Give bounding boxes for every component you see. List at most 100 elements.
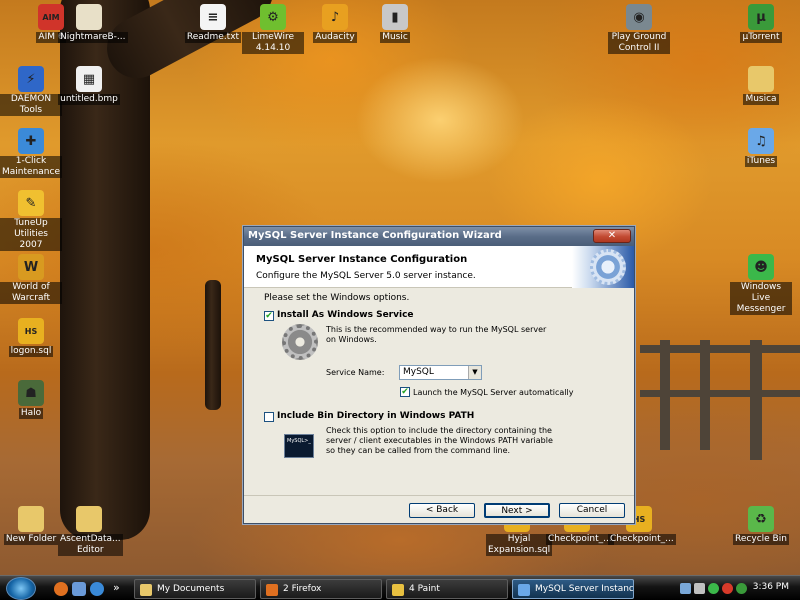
gear-icon — [282, 324, 318, 360]
show-desktop-icon[interactable] — [72, 582, 86, 596]
wizard-titlebar[interactable]: MySQL Server Instance Configuration Wiza… — [244, 227, 634, 246]
checkmark-icon: ✔ — [401, 387, 409, 397]
desktop-icon-musica[interactable]: Musica — [730, 66, 792, 105]
desktop-icon-logon[interactable]: HS logon.sql — [0, 318, 62, 357]
include-bin-checkbox[interactable] — [264, 412, 274, 422]
taskbar-button[interactable]: 4 Paint — [386, 579, 508, 599]
desktop-icon-label: Readme.txt — [184, 32, 242, 43]
desktop-icon-label: Checkpoint_... — [608, 534, 676, 545]
next-button[interactable]: Next > — [484, 503, 550, 518]
daemon-tools-icon: ⚡ — [18, 66, 44, 92]
desktop-icon-label: TuneUp Utilities 2007 — [0, 218, 62, 251]
tree-trunk-far — [205, 280, 221, 410]
wizard-header: MySQL Server Instance Configuration Conf… — [244, 246, 634, 288]
desktop-icon-label: Musica — [743, 94, 779, 105]
desktop-icon-music[interactable]: ▮ Music — [364, 4, 426, 43]
desktop-icon-label: AscentData... Editor — [58, 534, 123, 556]
messenger-tray-icon[interactable] — [708, 583, 719, 594]
desktop-icon-utorrent[interactable]: µ µTorrent — [730, 4, 792, 43]
quicklaunch-overflow-icon[interactable]: » — [113, 581, 120, 594]
desktop-icon-label: iTunes — [744, 156, 778, 167]
bitmap-icon: ▦ — [76, 66, 102, 92]
desktop-icon-label: New Folder — [3, 534, 59, 545]
command-prompt-icon: MySQL>_ — [284, 434, 314, 458]
desktop-icon-label: Audacity — [313, 32, 357, 43]
folder-icon — [748, 66, 774, 92]
cancel-button[interactable]: Cancel — [559, 503, 625, 518]
close-button[interactable]: ✕ — [593, 229, 631, 243]
close-icon: ✕ — [607, 230, 617, 241]
wizard-footer: < Back Next > Cancel — [244, 495, 634, 523]
sql-file-icon: HS — [18, 318, 44, 344]
gear-icon — [590, 249, 626, 285]
desktop-icon-label: Recycle Bin — [733, 534, 789, 545]
desktop-icon-messenger[interactable]: ☻ Windows Live Messenger — [730, 254, 792, 315]
desktop-icon-limewire[interactable]: ⚙ LimeWire 4.14.10 — [242, 4, 304, 54]
firefox-quicklaunch-icon[interactable] — [54, 582, 68, 596]
desktop-icon-label: Halo — [18, 408, 44, 419]
tuneup-icon: ✎ — [18, 190, 44, 216]
back-button[interactable]: < Back — [409, 503, 475, 518]
taskbar-button-label: 4 Paint — [409, 584, 440, 594]
taskbar: » My Documents 2 Firefox 4 Paint MySQL Serv… — [0, 575, 800, 600]
wizard-body: Please set the Windows options. ✔ Instal… — [244, 288, 634, 501]
desktop-icon-halo[interactable]: ☗ Halo — [0, 380, 62, 419]
security-tray-icon[interactable] — [722, 583, 733, 594]
mysql-config-wizard-dialog: MySQL Server Instance Configuration Wiza… — [243, 226, 635, 524]
messenger-icon: ☻ — [748, 254, 774, 280]
desktop-icon-wow[interactable]: W World of Warcraft — [0, 254, 62, 304]
desktop-icon-untitled[interactable]: ▦ untitled.bmp — [58, 66, 120, 105]
taskbar-button-label: My Documents — [157, 584, 225, 594]
network-icon[interactable] — [680, 583, 691, 594]
desktop-icon-recyclebin[interactable]: ♻ Recycle Bin — [730, 506, 792, 545]
service-name-select[interactable]: MySQL ▼ — [399, 365, 482, 380]
install-service-label[interactable]: Install As Windows Service — [277, 310, 414, 320]
volume-icon[interactable] — [694, 583, 705, 594]
install-service-description-2: on Windows. — [326, 335, 377, 344]
desktop-icon-label: untitled.bmp — [58, 94, 120, 105]
taskbar-button[interactable]: My Documents — [134, 579, 256, 599]
checkmark-icon: ✔ — [265, 311, 273, 321]
desktop-icon-oneclick[interactable]: ✚ 1-Click Maintenance — [0, 128, 62, 178]
desktop-icon-readme[interactable]: ≡ Readme.txt — [182, 4, 244, 43]
start-button[interactable] — [6, 577, 36, 600]
recycle-bin-icon: ♻ — [748, 506, 774, 532]
maintenance-icon: ✚ — [18, 128, 44, 154]
install-service-checkbox[interactable]: ✔ — [264, 311, 274, 321]
halo-icon: ☗ — [18, 380, 44, 406]
taskbar-button[interactable]: MySQL Server Instanc... — [512, 579, 634, 599]
desktop-icon-itunes[interactable]: ♫ iTunes — [730, 128, 792, 167]
desktop-icon-audacity[interactable]: ♪ Audacity — [304, 4, 366, 43]
desktop-icon-ascentdata[interactable]: AscentData... Editor — [58, 506, 123, 556]
clock[interactable]: 3:36 PM — [753, 582, 789, 592]
header-banner — [572, 246, 634, 288]
fence-post-3 — [750, 340, 762, 460]
taskbar-button-label: MySQL Server Instanc... — [535, 584, 634, 594]
include-bin-description-1: Check this option to include the directo… — [326, 426, 552, 435]
dropdown-arrow-icon[interactable]: ▼ — [468, 366, 481, 379]
desktop-icon-label: DAEMON Tools — [0, 94, 62, 116]
install-service-description-1: This is the recommended way to run the M… — [326, 325, 547, 334]
service-name-value: MySQL — [403, 367, 434, 377]
desktop-icon-label: 1-Click Maintenance — [0, 156, 62, 178]
taskbar-app-icon — [140, 584, 152, 596]
launch-automatically-label[interactable]: Launch the MySQL Server automatically — [413, 388, 574, 398]
text-file-icon: ≡ — [200, 4, 226, 30]
ie-quicklaunch-icon[interactable] — [90, 582, 104, 596]
desktop-icon-playground[interactable]: ◉ Play Ground Control II — [608, 4, 670, 54]
desktop-icon-nightmare[interactable]: NightmareB-... — [58, 4, 128, 43]
include-bin-label[interactable]: Include Bin Directory in Windows PATH — [277, 411, 474, 421]
fence-rail-2 — [640, 390, 800, 397]
desktop-icon-label: LimeWire 4.14.10 — [242, 32, 304, 54]
desktop-icon-newfolder[interactable]: New Folder — [0, 506, 62, 545]
limewire-icon: ⚙ — [260, 4, 286, 30]
taskbar-button[interactable]: 2 Firefox — [260, 579, 382, 599]
desktop-icon-label: Hyjal Expansion.sql — [486, 534, 553, 556]
audacity-icon: ♪ — [322, 4, 348, 30]
desktop-icon-label: µTorrent — [740, 32, 782, 43]
utorrent-tray-icon[interactable] — [736, 583, 747, 594]
desktop-icon-tuneup[interactable]: ✎ TuneUp Utilities 2007 — [0, 190, 62, 251]
include-bin-description-2: server / client executables in the Windo… — [326, 436, 553, 445]
desktop-icon-daemon[interactable]: ⚡ DAEMON Tools — [0, 66, 62, 116]
launch-automatically-checkbox[interactable]: ✔ — [400, 387, 410, 397]
